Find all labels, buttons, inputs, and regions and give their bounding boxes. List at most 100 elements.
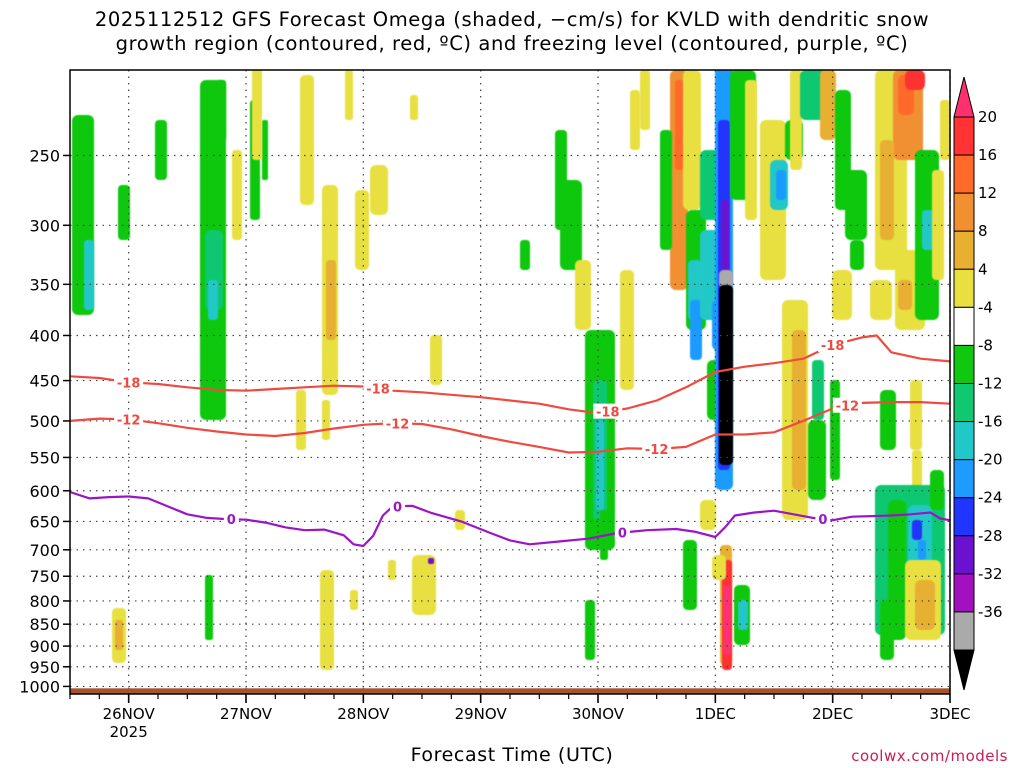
- omega-cell: [812, 360, 824, 420]
- omega-cell: [84, 240, 94, 310]
- y-tick-label: 300: [29, 216, 60, 235]
- omega-cell: [252, 70, 262, 160]
- omega-cell: [683, 540, 697, 610]
- x-tick-label: 28NOV: [337, 705, 390, 723]
- colorbar-segment: [953, 459, 975, 499]
- omega-cell: [912, 520, 922, 540]
- colorbar-label: -16: [978, 413, 1003, 431]
- colorbar-segment: [953, 497, 975, 537]
- y-tick-label: 650: [29, 512, 60, 531]
- omega-cell: [745, 80, 757, 220]
- omega-cell: [683, 70, 701, 210]
- omega-cell: [205, 575, 213, 640]
- colorbar-label: -12: [978, 375, 1003, 393]
- contour-label: -12: [117, 413, 141, 428]
- omega-cell: [118, 185, 130, 240]
- y-tick-label: 1000: [19, 677, 60, 696]
- y-tick-label: 350: [29, 275, 60, 294]
- colorbar-label: 12: [978, 184, 997, 202]
- y-tick-label: 500: [29, 412, 60, 431]
- omega-cell: [940, 100, 950, 160]
- colorbar-segment: [953, 421, 975, 461]
- x-tick-label: 27NOV: [220, 705, 273, 723]
- x-tick-label: 29NOV: [455, 705, 508, 723]
- omega-cell: [388, 560, 396, 580]
- colorbar-segment: [953, 116, 975, 156]
- x-axis: 26NOV 27NOV 28NOV 29NOV 30NOV 1DEC 2DEC 3DEC 202…: [69, 694, 971, 741]
- x-tick-label: 3DEC: [929, 705, 970, 723]
- omega-cell: [300, 75, 314, 205]
- x-tick-label: 2DEC: [812, 705, 853, 723]
- omega-cell: [208, 280, 218, 320]
- omega-cell: [520, 240, 530, 270]
- contour-label: -18: [596, 406, 620, 421]
- colorbar-segment: [953, 611, 975, 651]
- omega-cell: [322, 400, 330, 440]
- omega-cell: [630, 90, 640, 150]
- omega-cell: [738, 600, 748, 630]
- omega-cell: [296, 390, 306, 450]
- omega-cell: [808, 420, 826, 500]
- colorbar-segment: [953, 192, 975, 232]
- contour-label: 0: [818, 513, 827, 528]
- colorbar-label: 4: [978, 260, 988, 278]
- omega-cell: [620, 270, 634, 390]
- omega-cell: [700, 500, 716, 530]
- x-tick-label: 26NOV: [103, 705, 156, 723]
- y-tick-label: 800: [29, 592, 60, 611]
- omega-cell: [880, 390, 896, 450]
- ground-terrain: [70, 688, 950, 694]
- contour-label: 0: [393, 500, 402, 515]
- y-axis: 250 300 350 400 450 500 550 600 650 700 750 800 850 9…: [19, 146, 70, 696]
- omega-cell: [912, 450, 922, 490]
- y-tick-label: 550: [29, 448, 60, 467]
- omega-cell: [410, 95, 418, 120]
- omega-cell: [719, 285, 733, 465]
- y-tick-label: 750: [29, 567, 60, 586]
- omega-cell: [585, 600, 595, 660]
- x-tick-label: 1DEC: [695, 705, 736, 723]
- colorbar-label: -4: [978, 298, 993, 316]
- omega-cell: [930, 470, 944, 510]
- colorbar-segment: [953, 230, 975, 270]
- omega-cell: [880, 600, 894, 660]
- omega-cell: [660, 130, 672, 250]
- omega-cell: [370, 165, 388, 215]
- omega-cell: [910, 380, 922, 450]
- omega-cell: [915, 580, 935, 630]
- omega-cell: [355, 190, 369, 270]
- omega-cell: [820, 70, 836, 140]
- omega-cell: [232, 150, 242, 240]
- y-tick-label: 900: [29, 637, 60, 656]
- contour-label: 0: [227, 513, 236, 528]
- colorbar-segment: [953, 383, 975, 423]
- omega-cell: [792, 330, 806, 490]
- colorbar-segment: [953, 344, 975, 384]
- omega-cell: [850, 240, 864, 270]
- y-tick-label: 400: [29, 326, 60, 345]
- omega-cell: [905, 70, 925, 90]
- x-year-label: 2025: [110, 723, 148, 741]
- contour-label: -18: [366, 383, 390, 398]
- contour-label: 0: [618, 527, 627, 542]
- colorbar-label: 8: [978, 222, 988, 240]
- omega-cell: [596, 420, 604, 510]
- colorbar-label: -24: [978, 489, 1003, 507]
- omega-cell: [350, 590, 358, 610]
- ground-band: [70, 688, 950, 694]
- omega-cell: [723, 585, 731, 655]
- omega-cell: [845, 170, 867, 240]
- colorbar-label: 16: [978, 146, 997, 164]
- omega-cell: [575, 260, 591, 330]
- omega-cell: [345, 70, 353, 120]
- omega-cell: [412, 555, 436, 615]
- colorbar-label: -28: [978, 527, 1003, 545]
- colorbar-label: 20: [978, 108, 997, 126]
- source-credit[interactable]: coolwx.com/models: [851, 747, 1008, 765]
- colorbar-bottom-arrow: [953, 649, 975, 691]
- contour-label: -18: [821, 339, 845, 354]
- y-tick-label: 700: [29, 541, 60, 560]
- contour-label: -12: [836, 400, 860, 415]
- contour-label: -12: [386, 417, 410, 432]
- y-tick-label: 950: [29, 658, 60, 677]
